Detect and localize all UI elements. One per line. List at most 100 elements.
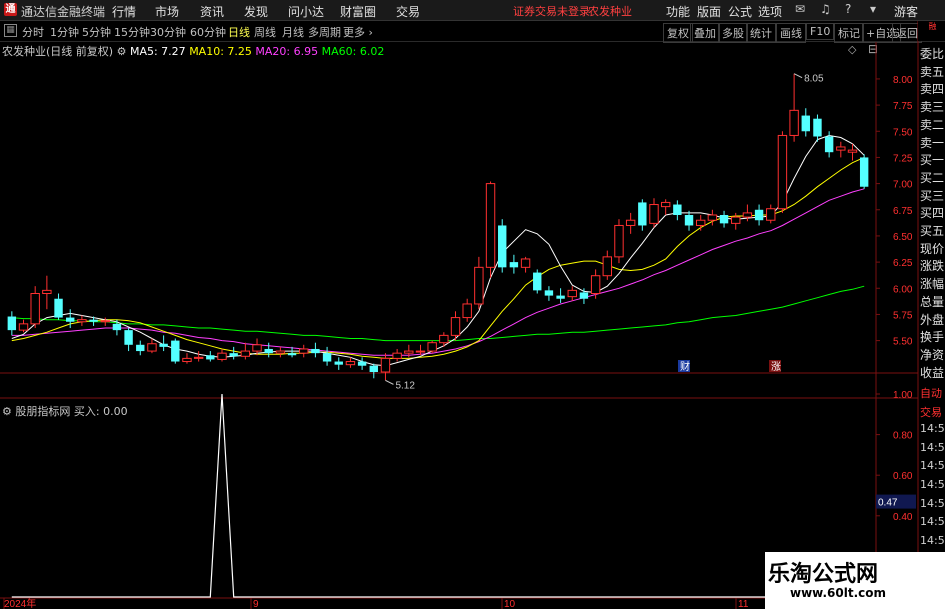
quote-row-6[interactable]: 买一	[920, 151, 945, 168]
candle-body-down	[801, 115, 810, 132]
candle-body-up	[77, 319, 87, 323]
badge-zhang: 涨	[771, 361, 781, 373]
candle-body-up	[18, 323, 29, 331]
candle-body-down	[334, 361, 343, 365]
candle-body-up	[100, 320, 110, 323]
tick-row-5: 14:56	[920, 478, 945, 491]
candle-body-up	[217, 352, 227, 360]
x-tick-label: 11	[738, 599, 749, 609]
candle-body-up	[614, 224, 624, 258]
quote-row-18[interactable]: 收益	[920, 364, 945, 381]
candle-body-up	[625, 219, 636, 226]
quote-row-8[interactable]: 买三	[920, 187, 945, 204]
candle-body-down	[229, 353, 238, 357]
candle-body-down	[719, 215, 729, 224]
candle-body-down	[112, 323, 122, 331]
candle-body-up	[147, 343, 157, 352]
candle-body-up	[240, 350, 251, 357]
quote-row-3[interactable]: 卖三	[920, 98, 945, 115]
quote-row-4[interactable]: 卖二	[920, 116, 945, 133]
indicator-settings-icon[interactable]: ⚙	[2, 405, 12, 418]
candle-body-up	[404, 350, 414, 354]
candle-body-up	[275, 350, 286, 354]
candle-body-up	[450, 317, 461, 336]
high-pointer	[793, 73, 803, 79]
quote-row-1[interactable]: 卖五	[920, 63, 945, 80]
quote-row-14[interactable]: 总量	[920, 293, 945, 310]
candle-body-up	[602, 256, 613, 277]
candle-body-up	[252, 344, 262, 352]
price-tick-label: 7.50	[893, 127, 913, 138]
quote-row-5[interactable]: 卖一	[920, 134, 945, 151]
ind-tick-label: 1.00	[893, 390, 913, 401]
candle-body-down	[124, 330, 133, 345]
ind-tick-label: 0.60	[893, 471, 913, 482]
badge-cai: 财	[680, 360, 690, 373]
candle-body-down	[159, 343, 168, 347]
candle-body-down	[311, 348, 320, 354]
candle-body-up	[299, 348, 309, 354]
sidebar-top: 融	[918, 21, 945, 41]
x-tick-label: 9	[253, 599, 259, 609]
candle-body-down	[579, 292, 589, 299]
candle-body-down	[206, 355, 215, 360]
tick-row-4: 14:56	[920, 459, 945, 473]
tick-row-8: 14:56	[920, 533, 945, 547]
candle-body-up	[474, 266, 484, 305]
tick-row-1: 交易	[920, 405, 942, 419]
quote-row-16[interactable]: 换手	[920, 328, 945, 345]
price-tick-label: 8.00	[893, 75, 913, 86]
quote-row-12[interactable]: 涨跌	[920, 257, 945, 274]
quote-row-10[interactable]: 买五	[920, 222, 945, 239]
candle-body-down	[7, 316, 17, 331]
candle-body-up	[485, 183, 496, 268]
price-tick-label: 7.00	[893, 180, 913, 191]
low-label: 5.12	[395, 380, 415, 391]
candle-body-up	[836, 146, 846, 151]
quote-row-9[interactable]: 买四	[920, 204, 945, 221]
candle-body-down	[322, 353, 332, 362]
candle-body-up	[182, 357, 192, 363]
quote-row-7[interactable]: 买二	[920, 169, 945, 186]
candle-body-down	[533, 272, 542, 291]
price-tick-label: 6.25	[893, 258, 913, 269]
candle-body-up	[42, 289, 52, 294]
candle-body-down	[136, 344, 145, 352]
low-pointer	[385, 379, 394, 385]
candle-body-up	[777, 134, 788, 210]
candle-body-down	[673, 204, 682, 215]
candle-body-up	[649, 204, 659, 224]
candle-body-down	[369, 365, 378, 372]
indicator-buy-value: 买入: 0.00	[73, 405, 128, 418]
candle-body-up	[695, 219, 706, 226]
tick-row-0: 自动	[920, 387, 942, 400]
quote-row-0[interactable]: 委比	[920, 45, 945, 62]
candle-body-up	[742, 212, 753, 218]
candle-body-up	[707, 214, 718, 221]
quote-row-13[interactable]: 涨幅	[920, 275, 945, 292]
candle-body-up	[380, 357, 391, 373]
x-tick-label: 10	[504, 599, 516, 609]
candle-body-up	[567, 289, 577, 298]
candle-body-up	[731, 216, 741, 224]
candle-body-down	[556, 295, 565, 299]
quote-row-11[interactable]: 现价	[920, 240, 945, 257]
candle-body-up	[439, 334, 449, 344]
candle-body-up	[392, 352, 402, 359]
candle-body-down	[754, 209, 764, 221]
kline-chart[interactable]: 8.05 5.12 财 涨 8.00 7.75 7.50 7.25 7.00 6.75 6.50 6…	[0, 0, 945, 609]
quote-row-2[interactable]: 卖四	[920, 80, 945, 97]
quote-row-15[interactable]: 外盘	[920, 311, 945, 328]
x-tick-label: 2024年	[4, 597, 36, 609]
candle-body-up	[847, 149, 858, 153]
price-tick-label: 5.50	[893, 337, 913, 348]
candle-body-up	[345, 361, 356, 366]
candle-body-up	[789, 109, 799, 136]
ind-current-value: 0.47	[878, 498, 898, 509]
candle-body-down	[287, 353, 297, 356]
price-tick-label: 7.25	[893, 153, 913, 164]
candle-body-down	[89, 319, 98, 322]
quote-row-17[interactable]: 净资	[920, 346, 945, 363]
candle-body-down	[638, 202, 647, 226]
candle-body-down	[684, 215, 694, 226]
